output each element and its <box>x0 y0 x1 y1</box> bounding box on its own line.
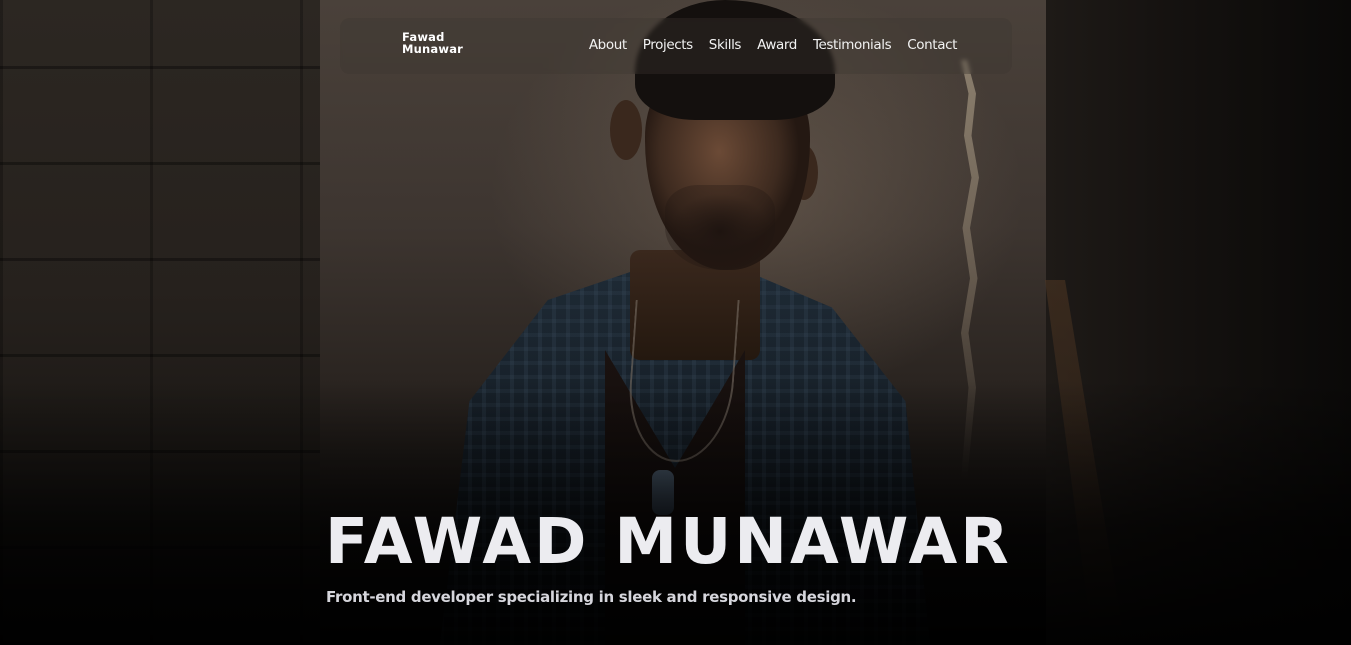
nav-link-award[interactable]: Award <box>757 37 797 53</box>
portrait-beard <box>665 185 775 270</box>
nav-link-contact[interactable]: Contact <box>907 37 957 53</box>
logo-line-last: Munawar <box>402 42 464 56</box>
nav-link-skills[interactable]: Skills <box>709 37 742 53</box>
site-logo[interactable]: Fawad Munawar <box>402 31 463 55</box>
portrait-ear <box>610 100 642 160</box>
nav-link-about[interactable]: About <box>589 37 627 53</box>
nav-links: About Projects Skills Award Testimonials… <box>589 37 958 53</box>
nav-link-testimonials[interactable]: Testimonials <box>813 37 892 53</box>
top-navbar: Fawad Munawar About Projects Skills Awar… <box>340 18 1012 74</box>
hero-subtitle: Front-end developer specializing in slee… <box>326 588 857 606</box>
hero-title: FAWAD MUNAWAR <box>325 505 1012 578</box>
portfolio-page: Fawad Munawar About Projects Skills Awar… <box>0 0 1351 645</box>
nav-link-projects[interactable]: Projects <box>643 37 693 53</box>
